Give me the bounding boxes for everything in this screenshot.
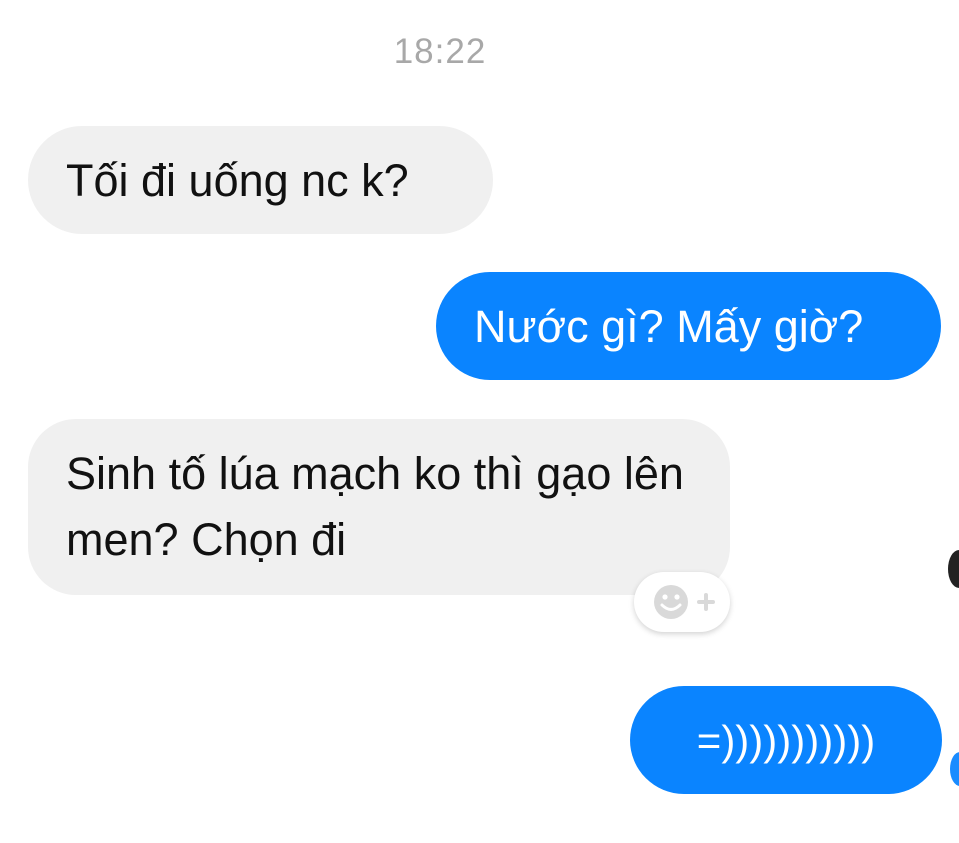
delivered-status-icon xyxy=(950,752,959,786)
incoming-message-bubble[interactable]: Tối đi uống nc k? xyxy=(28,126,493,234)
outgoing-message-bubble[interactable]: Nước gì? Mấy giờ? xyxy=(436,272,941,380)
read-receipt-avatar xyxy=(948,550,959,588)
message-timestamp: 18:22 xyxy=(393,32,487,71)
add-reaction-button[interactable] xyxy=(634,572,730,632)
incoming-message-bubble[interactable]: Sinh tố lúa mạch ko thì gạo lên men? Chọ… xyxy=(28,419,730,595)
add-reaction-smiley-icon xyxy=(654,585,715,619)
outgoing-message-bubble[interactable]: =))))))))))) xyxy=(630,686,942,794)
